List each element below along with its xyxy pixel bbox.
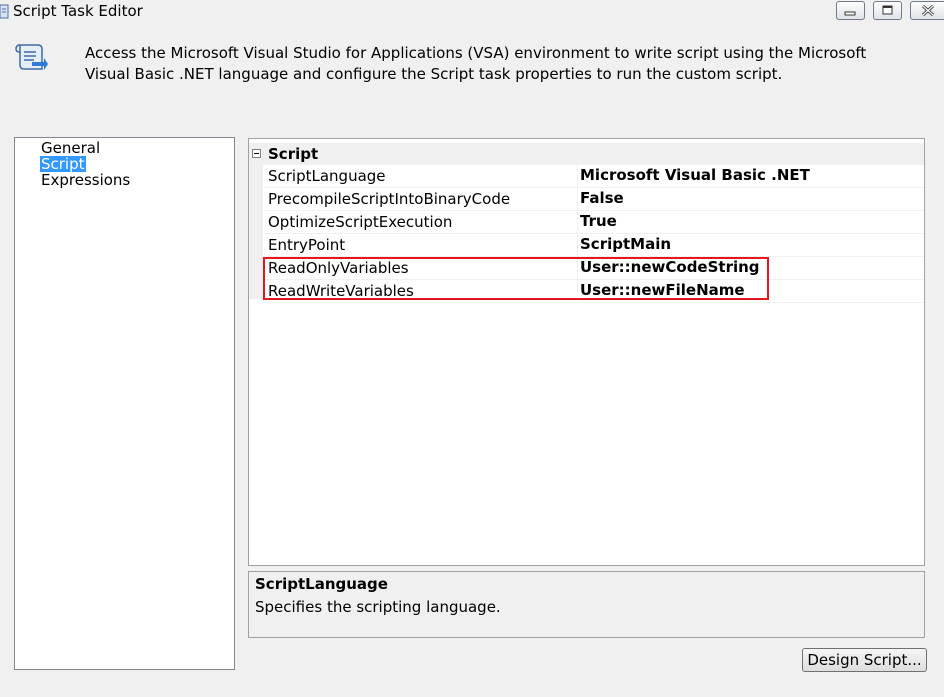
property-value[interactable]: User::newFileName <box>580 282 745 299</box>
category-row-script[interactable]: Script <box>249 143 924 165</box>
property-value[interactable]: False <box>580 190 624 207</box>
property-row-optimize[interactable]: OptimizeScriptExecution True <box>263 211 924 234</box>
property-name: PrecompileScriptIntoBinaryCode <box>268 190 511 208</box>
help-description: Specifies the scripting language. <box>255 598 501 616</box>
nav-item-script[interactable]: Script <box>40 156 86 172</box>
property-row-precompile[interactable]: PrecompileScriptIntoBinaryCode False <box>263 188 924 211</box>
editor-description: Access the Microsoft Visual Studio for A… <box>85 44 867 83</box>
grid-margin <box>249 165 263 299</box>
page-list: General Script Expressions <box>14 137 235 670</box>
property-row-readwritevariables[interactable]: ReadWriteVariables User::newFileName <box>263 280 924 303</box>
script-task-icon <box>15 44 48 70</box>
window-title: Script Task Editor <box>13 2 143 20</box>
collapse-icon[interactable] <box>252 149 261 158</box>
property-name: ScriptLanguage <box>268 167 386 185</box>
nav-item-general[interactable]: General <box>40 140 101 156</box>
minimize-button[interactable] <box>836 1 865 20</box>
title-bar: Script Task Editor <box>0 0 944 24</box>
property-row-scriptlanguage[interactable]: ScriptLanguage Microsoft Visual Basic .N… <box>263 165 924 188</box>
maximize-icon <box>882 5 893 15</box>
property-value[interactable]: User::newCodeString <box>580 259 760 276</box>
property-row-readonlyvariables[interactable]: ReadOnlyVariables User::newCodeString <box>263 257 924 280</box>
property-name: ReadWriteVariables <box>268 282 414 300</box>
close-button[interactable] <box>910 1 944 20</box>
minimize-icon <box>844 11 856 16</box>
property-value[interactable]: Microsoft Visual Basic .NET <box>580 167 810 184</box>
property-grid: Script ScriptLanguage Microsoft Visual B… <box>248 138 925 566</box>
category-label: Script <box>268 145 319 163</box>
column-divider[interactable] <box>577 165 578 299</box>
property-value[interactable]: ScriptMain <box>580 236 671 253</box>
app-icon <box>0 4 9 19</box>
property-name: OptimizeScriptExecution <box>268 213 453 231</box>
close-icon <box>921 4 935 17</box>
property-value[interactable]: True <box>580 213 617 230</box>
property-name: EntryPoint <box>268 236 346 254</box>
property-help-panel: ScriptLanguage Specifies the scripting l… <box>248 571 925 638</box>
help-title: ScriptLanguage <box>255 575 388 593</box>
property-name: ReadOnlyVariables <box>268 259 409 277</box>
property-row-entrypoint[interactable]: EntryPoint ScriptMain <box>263 234 924 257</box>
design-script-button[interactable]: Design Script... <box>802 648 927 672</box>
maximize-button[interactable] <box>873 1 902 20</box>
nav-item-expressions[interactable]: Expressions <box>40 172 131 188</box>
